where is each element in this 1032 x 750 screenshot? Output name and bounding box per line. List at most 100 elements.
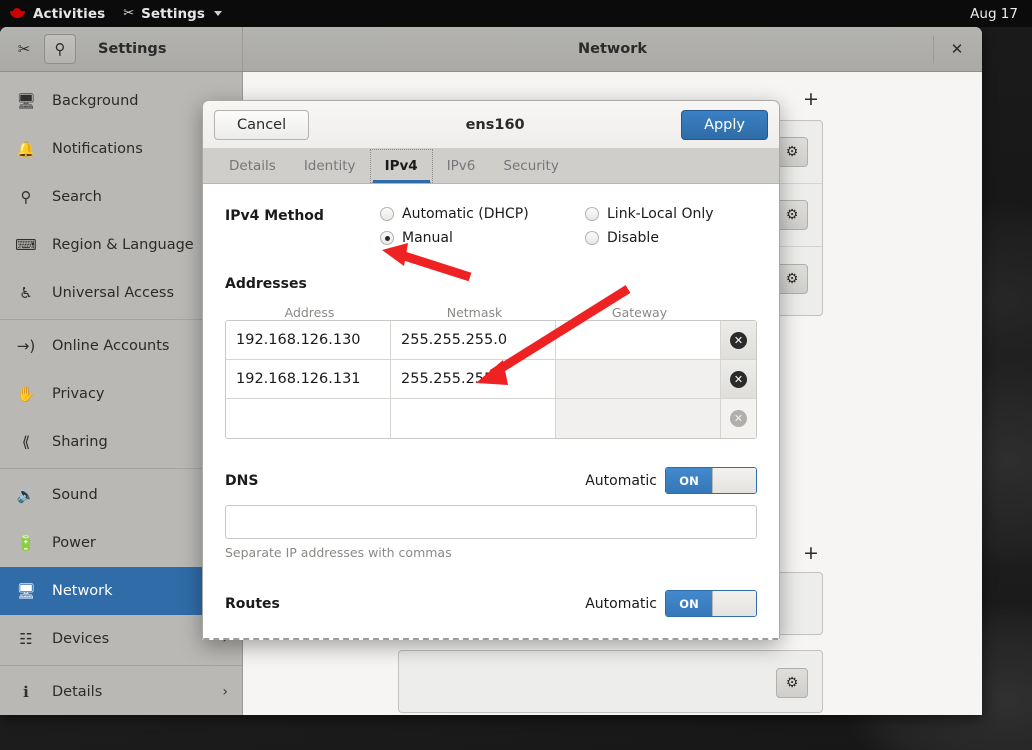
network-icon: 🖥 xyxy=(16,582,36,600)
gateway-input[interactable] xyxy=(556,321,721,359)
address-input[interactable]: 192.168.126.131 xyxy=(226,360,391,398)
tab-ipv6[interactable]: IPv6 xyxy=(433,149,490,183)
ipv4-settings-dialog: Cancel ens160 Apply Details Identity IPv… xyxy=(202,100,780,640)
delete-circle-icon: ✕ xyxy=(730,331,747,349)
accessibility-icon: ♿ xyxy=(19,284,33,302)
search-icon: ⚲ xyxy=(20,188,32,206)
dialog-body: IPv4 Method Automatic (DHCP) Link-Local … xyxy=(203,184,779,617)
dialog-tab-bar: Details Identity IPv4 IPv6 Security xyxy=(203,149,779,184)
netmask-input[interactable]: 255.255.255.0 xyxy=(391,360,556,398)
online-accounts-icon: →) xyxy=(16,337,36,355)
delete-address-button[interactable]: ✕ xyxy=(721,360,756,398)
dns-servers-input[interactable] xyxy=(225,505,757,539)
delete-address-button[interactable]: ✕ xyxy=(721,399,756,438)
ipv4-method-options: Automatic (DHCP) Link-Local Only Manual … xyxy=(380,206,757,246)
routes-title: Routes xyxy=(225,595,280,612)
dns-hint-label: Separate IP addresses with commas xyxy=(225,545,452,560)
delete-circle-icon: ✕ xyxy=(730,370,747,388)
header-separator xyxy=(933,36,934,63)
window-title: Network xyxy=(577,41,648,57)
app-title: Settings xyxy=(98,41,167,57)
dns-header: DNS Automatic ON xyxy=(225,467,757,494)
tools-icon: ✂ xyxy=(123,6,135,21)
gear-icon[interactable]: ⚙ xyxy=(776,667,808,698)
sidebar-item-details[interactable]: ℹ Details › xyxy=(0,668,242,715)
search-button[interactable]: ⚲ xyxy=(44,34,76,64)
radio-icon xyxy=(380,207,394,221)
routes-header: Routes Automatic ON xyxy=(225,590,757,617)
add-connection-button[interactable]: + xyxy=(803,88,819,110)
radio-icon-selected xyxy=(380,231,394,245)
speaker-icon: 🔊 xyxy=(16,486,36,504)
chevron-right-icon: › xyxy=(222,684,228,700)
radio-automatic-dhcp[interactable]: Automatic (DHCP) xyxy=(380,206,585,222)
gateway-input[interactable] xyxy=(556,360,721,398)
activities-button[interactable]: Activities xyxy=(0,0,114,27)
addresses-section: Addresses Address Netmask Gateway 192.16… xyxy=(225,276,757,439)
dns-automatic-toggle[interactable]: ON xyxy=(665,467,757,494)
netmask-input[interactable]: 255.255.255.0 xyxy=(391,321,556,359)
dialog-title: ens160 xyxy=(465,116,525,133)
ipv4-method-label: IPv4 Method xyxy=(225,208,324,224)
tab-ipv4[interactable]: IPv4 xyxy=(369,149,433,183)
tab-identity[interactable]: Identity xyxy=(290,149,370,183)
cancel-button[interactable]: Cancel xyxy=(214,109,310,140)
hand-icon: ✋ xyxy=(16,385,36,403)
dns-title: DNS xyxy=(225,472,259,489)
tab-security[interactable]: Security xyxy=(489,149,572,183)
bell-icon: 🔔 xyxy=(16,140,36,158)
dialog-header: Cancel ens160 Apply xyxy=(203,101,779,149)
share-icon: ⟪ xyxy=(21,433,31,451)
radio-label: Disable xyxy=(607,230,659,246)
routes-automatic-toggle[interactable]: ON xyxy=(665,590,757,617)
sidebar-divider xyxy=(0,665,242,666)
apply-button[interactable]: Apply xyxy=(681,109,768,140)
header-right-section: Network ✕ xyxy=(243,27,982,71)
redhat-logo-icon xyxy=(9,7,26,20)
monitor-icon: 🖥 xyxy=(16,92,36,110)
toggle-state-label: ON xyxy=(666,468,712,493)
toggle-knob xyxy=(712,468,756,493)
radio-label: Link-Local Only xyxy=(607,206,714,222)
add-vpn-button[interactable]: + xyxy=(803,542,819,564)
address-input[interactable] xyxy=(226,399,391,438)
delete-circle-icon: ✕ xyxy=(730,410,747,427)
power-plug-icon: 🔋 xyxy=(16,534,36,552)
radio-label: Automatic (DHCP) xyxy=(402,206,529,222)
radio-icon xyxy=(585,207,599,221)
column-header-address: Address xyxy=(284,305,335,320)
gear-icon[interactable]: ⚙ xyxy=(776,200,808,230)
toggle-state-label: ON xyxy=(666,591,712,616)
radio-manual[interactable]: Manual xyxy=(380,230,585,246)
clock-label[interactable]: Aug 17 xyxy=(970,6,1032,22)
address-input[interactable]: 192.168.126.130 xyxy=(226,321,391,359)
radio-label: Manual xyxy=(402,230,453,246)
tools-icon[interactable]: ✂ xyxy=(8,34,40,64)
close-icon[interactable]: ✕ xyxy=(944,36,970,62)
column-header-netmask: Netmask xyxy=(446,305,503,320)
app-menu-label: Settings xyxy=(141,5,205,22)
radio-disable[interactable]: Disable xyxy=(585,230,757,246)
delete-address-button[interactable]: ✕ xyxy=(721,321,756,359)
window-header-bar: ✂ ⚲ Settings Network ✕ xyxy=(0,27,982,72)
column-header-gateway: Gateway xyxy=(611,305,668,320)
devices-icon: ☷ xyxy=(19,630,33,648)
gear-icon[interactable]: ⚙ xyxy=(776,137,808,167)
table-row[interactable]: ⚙ xyxy=(399,651,822,714)
sidebar-item-label: Devices xyxy=(52,631,110,647)
dns-automatic-label: Automatic xyxy=(585,472,657,489)
routes-automatic-label: Automatic xyxy=(585,595,657,612)
addresses-title: Addresses xyxy=(225,276,307,292)
tab-details[interactable]: Details xyxy=(215,149,290,183)
header-left-section: ✂ ⚲ Settings xyxy=(0,27,243,71)
gateway-input[interactable] xyxy=(556,399,721,438)
app-menu-button[interactable]: ✂ Settings xyxy=(114,0,231,27)
addresses-table: 192.168.126.130 255.255.255.0 ✕ 192.168.… xyxy=(225,320,757,439)
table-row: ✕ xyxy=(226,399,756,438)
radio-link-local-only[interactable]: Link-Local Only xyxy=(585,206,757,222)
chevron-down-icon xyxy=(213,11,222,16)
netmask-input[interactable] xyxy=(391,399,556,438)
table-row: 192.168.126.130 255.255.255.0 ✕ xyxy=(226,321,756,360)
gear-icon[interactable]: ⚙ xyxy=(776,263,808,294)
ipv4-method-section: IPv4 Method Automatic (DHCP) Link-Local … xyxy=(225,206,757,246)
